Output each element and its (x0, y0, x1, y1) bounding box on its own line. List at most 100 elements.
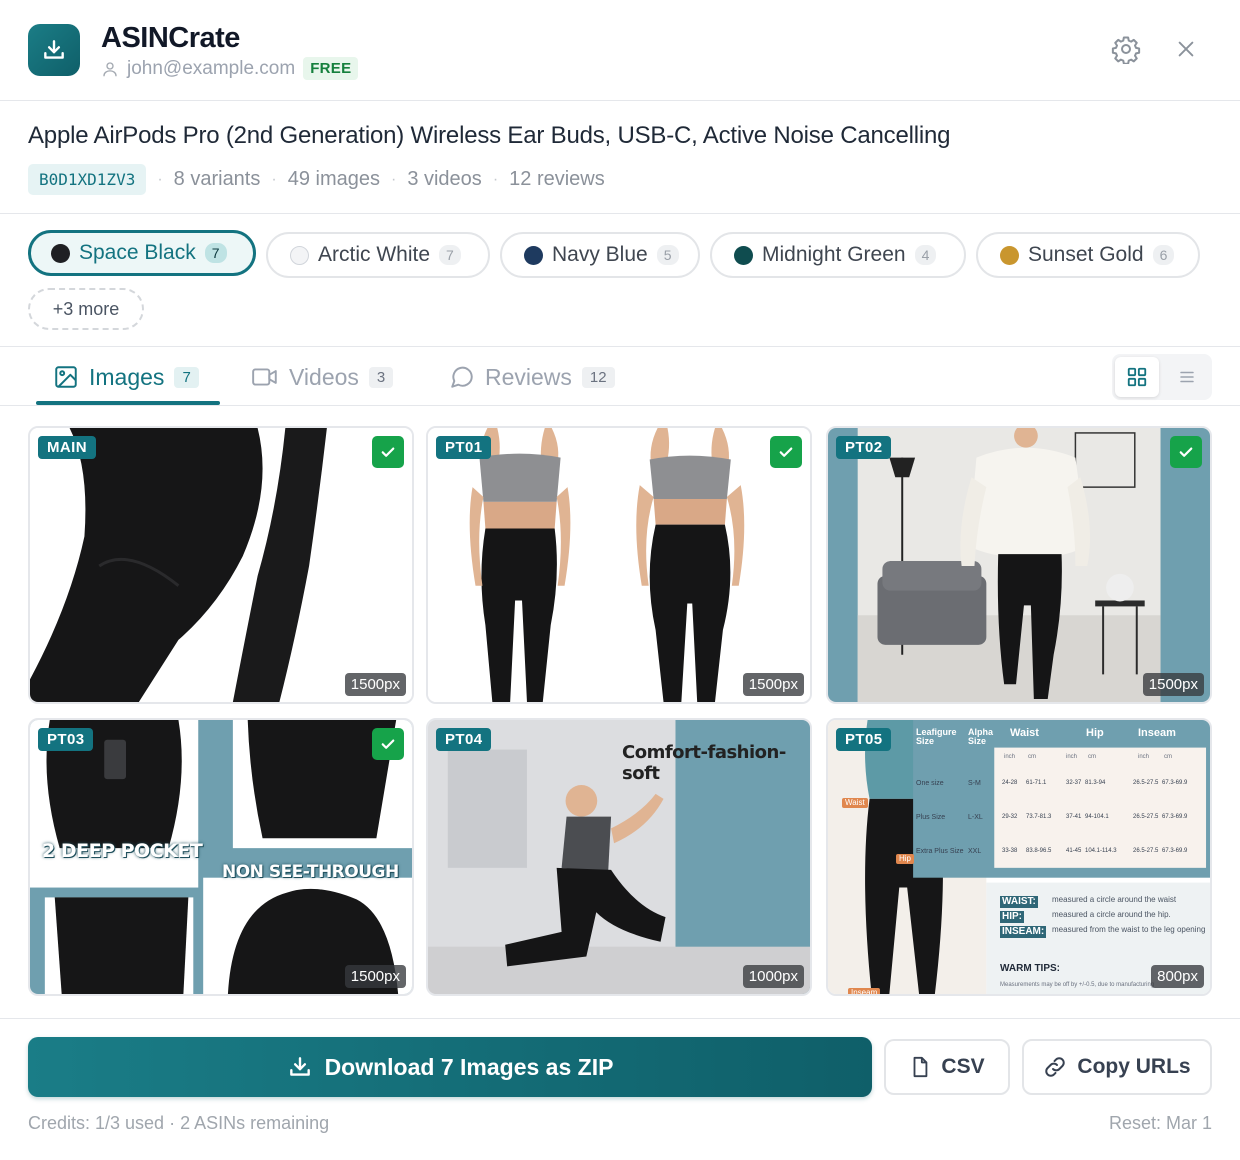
size-chart-cell: 24-28 (1002, 780, 1018, 786)
size-chart-note-key: HIP: (1000, 911, 1024, 923)
image-card-pt02[interactable]: PT02 1500px (826, 426, 1212, 704)
tab-label: Videos (289, 363, 359, 390)
size-chart-cell: 26.5-27.5 (1133, 814, 1159, 820)
size-chart-cell: 83.8-96.5 (1026, 848, 1052, 854)
overlay-caption: 2 DEEP POCKET (42, 840, 203, 862)
csv-label: CSV (941, 1055, 985, 1078)
download-icon (289, 1057, 310, 1076)
image-card-pt05[interactable]: Leafigure Size Alpha Size Waist Hip Inseam in… (826, 718, 1212, 996)
image-card-pt04[interactable]: Comfort-fashion-soft PT04 1000px (426, 718, 812, 996)
variant-pill-navy-blue[interactable]: Navy Blue 5 (500, 232, 700, 278)
variant-name: Navy Blue (552, 243, 648, 266)
meta-separator: · (157, 170, 163, 188)
size-chart-cell: L-XL (968, 814, 983, 821)
list-view-button[interactable] (1165, 357, 1209, 397)
size-chart-cell: 33-38 (1002, 848, 1018, 854)
variant-pill-sunset-gold[interactable]: Sunset Gold 6 (976, 232, 1200, 278)
user-icon (103, 61, 117, 76)
overlay-caption: Comfort-fashion-soft (622, 742, 786, 784)
videos-count: 3 videos (407, 168, 482, 190)
tab-videos[interactable]: Videos 3 (251, 348, 394, 406)
image-size: 1500px (344, 965, 406, 988)
media-tabs: Images 7 Videos 3 Reviews 12 (0, 348, 1240, 406)
image-card-main[interactable]: MAIN 1500px (28, 426, 414, 704)
variant-count: 7 (439, 245, 461, 265)
grid-view-button[interactable] (1115, 357, 1159, 397)
size-chart-cell: Extra Plus Size (916, 848, 964, 855)
app-header: ASINCrate john@example.com FREE (0, 0, 1240, 101)
size-chart-note-key: WAIST: (1000, 896, 1038, 908)
file-icon (913, 1056, 928, 1078)
product-title: Apple AirPods Pro (2nd Generation) Wirel… (28, 122, 951, 149)
variant-selector: Space Black 7 Arctic White 7 Navy Blue 5… (0, 214, 1240, 347)
images-count: 49 images (287, 168, 380, 190)
variant-count: 5 (656, 245, 679, 265)
select-checkbox[interactable] (372, 728, 404, 760)
size-chart-cell: 41-45 (1066, 848, 1082, 854)
settings-button[interactable] (1109, 32, 1143, 66)
tab-reviews[interactable]: Reviews 12 (449, 348, 615, 406)
check-icon (381, 447, 395, 457)
tab-label: Images (89, 363, 165, 390)
variant-count: 7 (204, 243, 227, 263)
active-tab-indicator (36, 401, 220, 405)
image-tag: PT01 (436, 436, 492, 459)
tab-count: 3 (368, 366, 394, 388)
tab-count: 12 (581, 366, 615, 388)
select-checkbox[interactable] (1170, 436, 1202, 468)
meta-separator: · (271, 170, 277, 188)
image-size: 1500px (742, 673, 804, 696)
image-card-pt03[interactable]: 2 DEEP POCKET NON SEE-THROUGH PT03 1500p… (28, 718, 414, 996)
size-chart-unit: inch (1066, 754, 1078, 760)
grid-icon (1127, 367, 1147, 387)
copy-urls-button[interactable]: Copy URLs (1022, 1039, 1212, 1095)
size-chart-cell: 37-41 (1066, 814, 1082, 820)
size-chart-cell: 61-71.1 (1026, 780, 1047, 786)
credits-status: Credits: 1/3 used · 2 ASINs remaining (28, 1113, 330, 1133)
size-chart-unit: cm (1088, 754, 1096, 760)
variant-pill-arctic-white[interactable]: Arctic White 7 (266, 232, 490, 278)
video-icon (252, 368, 277, 386)
tab-images[interactable]: Images 7 (53, 348, 199, 406)
asin-chip[interactable]: B0D1XD1ZV3 (28, 164, 147, 195)
check-icon (779, 447, 793, 457)
more-variants-button[interactable]: +3 more (28, 288, 144, 330)
image-card-pt01[interactable]: PT01 1500px (426, 426, 812, 704)
download-label: Download 7 Images as ZIP (324, 1053, 614, 1080)
size-chart-tips-text: Measurements may be off by +/-0.5, due t… (1000, 982, 1155, 988)
gear-icon (1111, 36, 1141, 64)
size-chart-cell: 104.1-114.3 (1085, 848, 1117, 854)
variant-name: Sunset Gold (1028, 243, 1144, 266)
size-chart-cell: 29-32 (1002, 814, 1018, 820)
app-title: ASINCrate (101, 22, 240, 54)
image-size: 800px (1151, 965, 1204, 988)
action-footer: Download 7 Images as ZIP CSV Copy URLs C… (0, 1018, 1240, 1160)
close-button[interactable] (1169, 32, 1203, 66)
size-chart-note: measured a circle around the waist (1052, 895, 1177, 904)
csv-button[interactable]: CSV (884, 1039, 1010, 1095)
color-swatch (524, 245, 543, 265)
image-tag: PT05 (836, 728, 892, 751)
size-chart-cell: 81.3-94 (1085, 780, 1106, 786)
close-icon (1178, 41, 1194, 57)
size-chart-header: Inseam (1138, 727, 1176, 739)
size-chart-unit: inch (1004, 754, 1016, 760)
image-size: 1500px (344, 673, 406, 696)
select-checkbox[interactable] (770, 436, 802, 468)
download-zip-button[interactable]: Download 7 Images as ZIP (28, 1037, 872, 1097)
size-chart-cell: 67.3-69.9 (1162, 848, 1188, 854)
variant-pill-midnight-green[interactable]: Midnight Green 4 (710, 232, 966, 278)
size-chart-header: Leafigure Size (916, 727, 957, 746)
color-swatch (51, 243, 70, 263)
select-checkbox[interactable] (372, 436, 404, 468)
meta-separator: · (390, 170, 397, 188)
size-chart-cell: S-M (968, 780, 981, 787)
size-chart-unit: cm (1028, 754, 1036, 760)
image-tag: PT03 (38, 728, 94, 751)
color-swatch (1000, 245, 1019, 265)
variant-pill-space-black[interactable]: Space Black 7 (28, 230, 256, 276)
list-icon (1180, 371, 1194, 383)
size-chart-note: measured a circle around the hip. (1052, 910, 1171, 919)
variants-count: 8 variants (173, 168, 261, 190)
copy-urls-label: Copy URLs (1077, 1055, 1191, 1078)
